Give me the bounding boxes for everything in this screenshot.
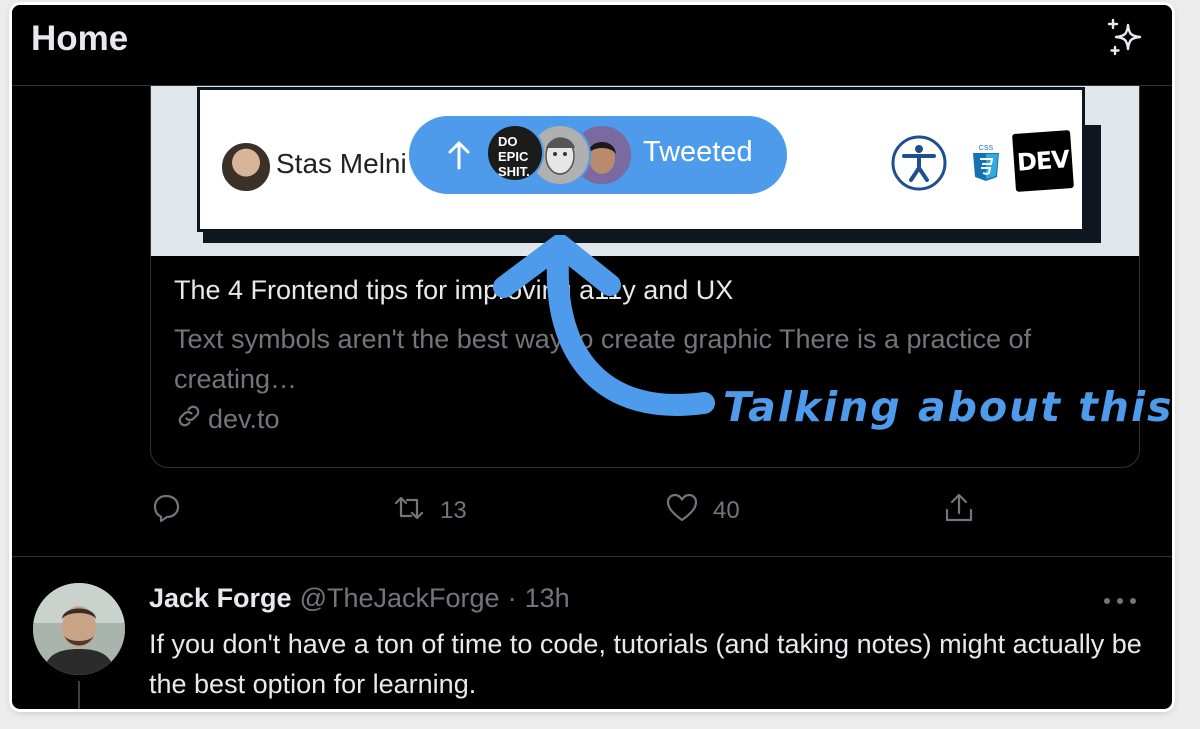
tweeted-pill-button[interactable]: DO EPIC SHIT. Tweeted xyxy=(409,116,787,194)
annotation-arrow-icon xyxy=(493,235,715,416)
user-handle[interactable]: @TheJackForge xyxy=(300,583,500,614)
retweet-button[interactable]: 13 xyxy=(392,491,467,531)
thread-line xyxy=(78,681,80,709)
separator-dot: · xyxy=(507,583,517,613)
like-button[interactable]: 40 xyxy=(665,491,740,531)
app-window: Home Stas Melnikov xyxy=(12,5,1172,709)
heart-icon xyxy=(665,491,699,532)
sparkle-icon[interactable] xyxy=(1104,17,1144,57)
pill-label: Tweeted xyxy=(643,136,753,168)
tweet-divider xyxy=(12,556,1172,557)
annotation-text: Talking about this xyxy=(723,383,1172,431)
author-name: Stas Melnikov xyxy=(276,148,406,179)
display-name[interactable]: Jack Forge xyxy=(149,583,292,614)
author-avatar xyxy=(222,143,270,191)
css-label: CSS xyxy=(979,145,994,152)
link-icon xyxy=(174,401,204,438)
avatar[interactable] xyxy=(33,583,125,675)
dev-logo: DEV xyxy=(1012,130,1074,192)
like-count: 40 xyxy=(713,497,740,524)
share-button[interactable] xyxy=(942,491,976,531)
css3-icon: CSS xyxy=(970,142,1002,182)
page-title: Home xyxy=(31,19,129,58)
more-options-icon[interactable] xyxy=(1104,586,1136,616)
pill-avatar-1: DO EPIC SHIT. xyxy=(486,124,544,182)
tweet-header: Jack Forge @TheJackForge · 13h xyxy=(149,583,570,614)
arrow-up-icon xyxy=(448,141,470,170)
reply-icon xyxy=(149,491,183,532)
accessibility-icon xyxy=(890,134,948,192)
retweet-count: 13 xyxy=(440,497,467,524)
tweet-text: If you don't have a ton of time to code,… xyxy=(149,629,1142,699)
tweet-timestamp[interactable]: 13h xyxy=(525,583,570,614)
reply-button[interactable] xyxy=(149,491,197,531)
card-link-text: dev.to xyxy=(208,404,280,434)
retweet-icon xyxy=(392,491,426,532)
card-link[interactable]: dev.to xyxy=(174,401,280,438)
share-icon xyxy=(942,491,976,532)
top-header: Home xyxy=(12,5,1172,86)
